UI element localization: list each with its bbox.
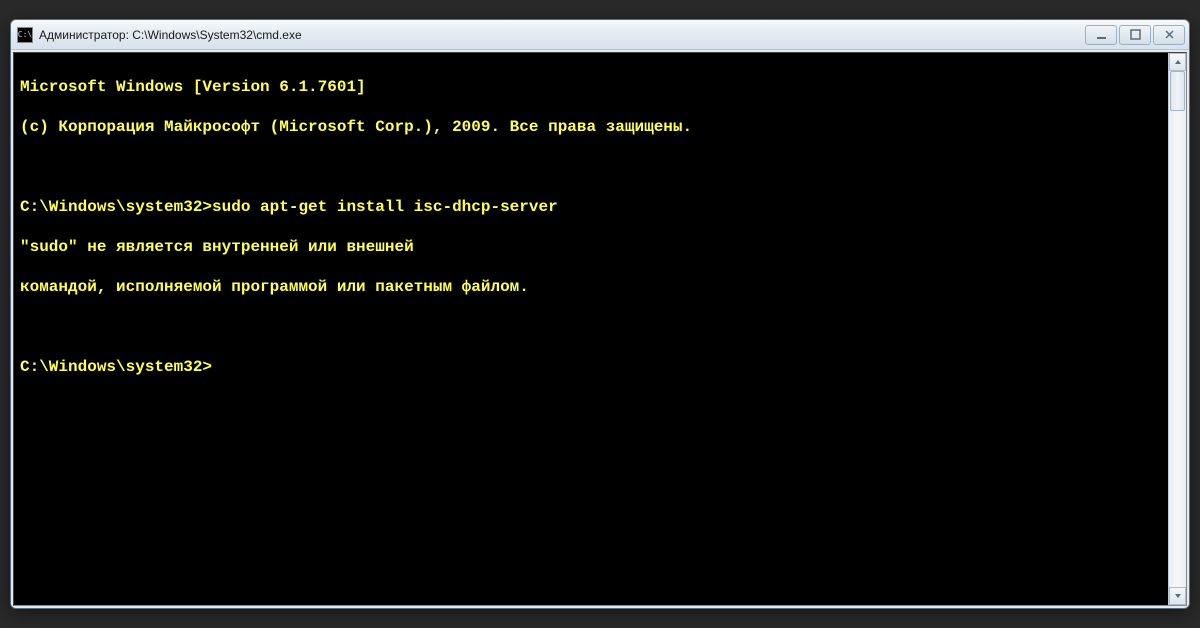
cmd-icon: C:\ <box>17 27 33 43</box>
terminal-error-1: "sudo" не является внутренней или внешне… <box>20 237 1162 257</box>
terminal-version: Microsoft Windows [Version 6.1.7601] <box>20 77 1162 97</box>
minimize-icon <box>1096 29 1107 40</box>
terminal-command-line: C:\Windows\system32>sudo apt-get install… <box>20 197 1162 217</box>
titlebar[interactable]: C:\ Администратор: C:\Windows\System32\c… <box>11 20 1189 50</box>
cmd-window: C:\ Администратор: C:\Windows\System32\c… <box>10 19 1190 609</box>
cmd-icon-label: C:\ <box>18 30 32 39</box>
maximize-icon <box>1130 29 1141 40</box>
close-button[interactable] <box>1153 25 1185 45</box>
terminal[interactable]: Microsoft Windows [Version 6.1.7601] (c)… <box>14 53 1168 605</box>
close-icon <box>1164 29 1175 40</box>
blank-line <box>20 157 1162 177</box>
prompt: C:\Windows\system32> <box>20 198 212 216</box>
minimize-button[interactable] <box>1085 25 1117 45</box>
terminal-copyright: (c) Корпорация Майкрософт (Microsoft Cor… <box>20 117 1162 137</box>
chevron-down-icon <box>1174 593 1182 599</box>
command-text: sudo apt-get install isc-dhcp-server <box>212 198 558 216</box>
window-title: Администратор: C:\Windows\System32\cmd.e… <box>39 28 1083 42</box>
window-controls <box>1083 25 1185 45</box>
scroll-up-button[interactable] <box>1169 53 1186 71</box>
scroll-down-button[interactable] <box>1169 587 1186 605</box>
terminal-wrapper: Microsoft Windows [Version 6.1.7601] (c)… <box>13 52 1187 606</box>
scrollbar[interactable] <box>1168 53 1186 605</box>
maximize-button[interactable] <box>1119 25 1151 45</box>
terminal-prompt-current: C:\Windows\system32> <box>20 357 1162 377</box>
content-area: Microsoft Windows [Version 6.1.7601] (c)… <box>11 50 1189 608</box>
blank-line <box>20 317 1162 337</box>
terminal-error-2: командой, исполняемой программой или пак… <box>20 277 1162 297</box>
chevron-up-icon <box>1174 59 1182 65</box>
scroll-thumb[interactable] <box>1170 71 1185 111</box>
scroll-track[interactable] <box>1169 71 1186 587</box>
